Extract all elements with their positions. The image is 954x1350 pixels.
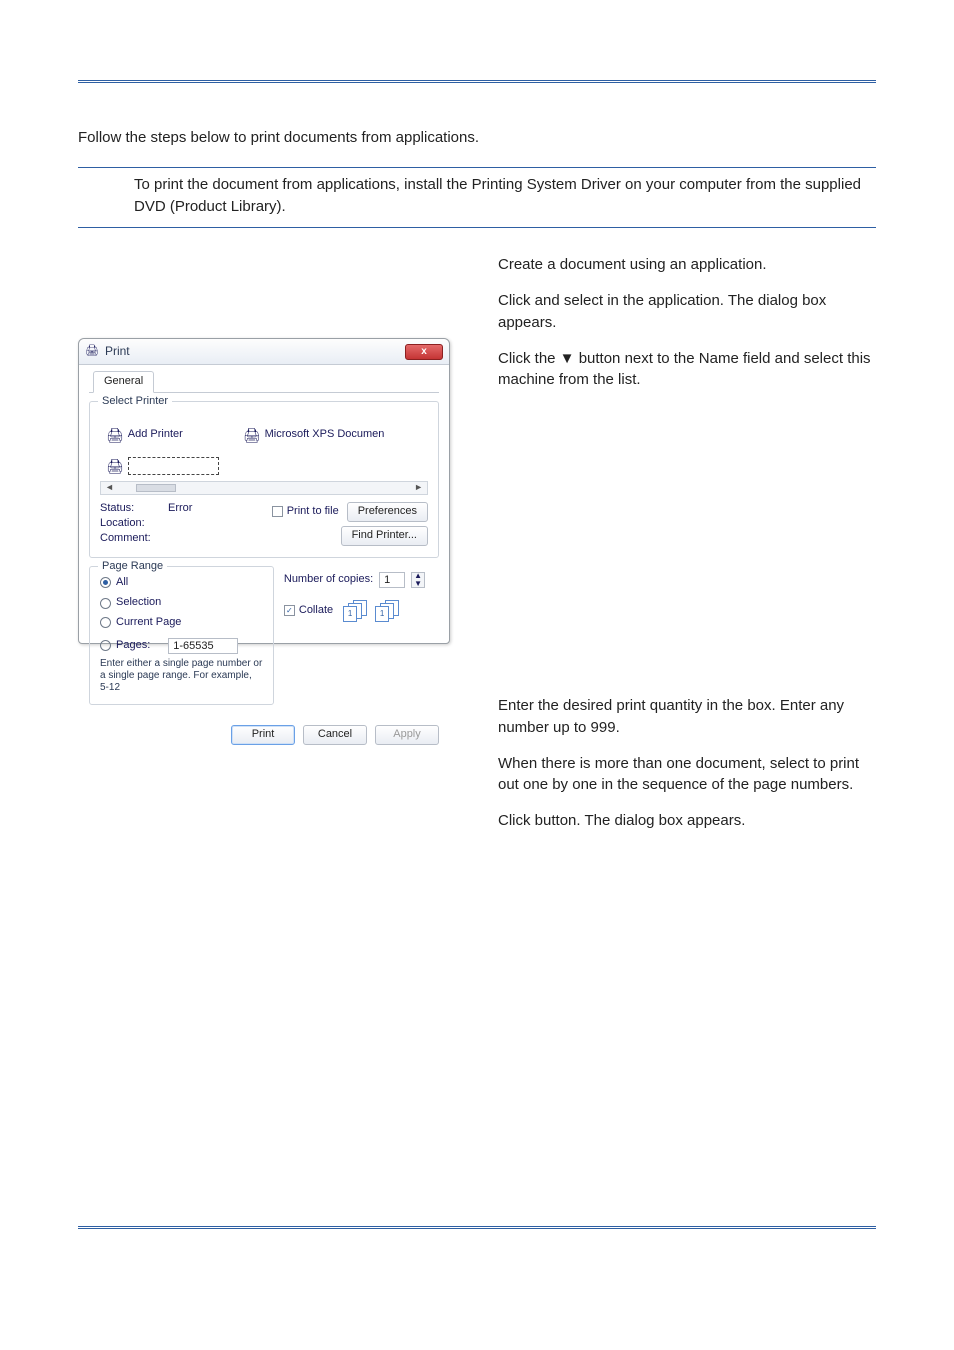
close-button[interactable]: x xyxy=(405,344,443,360)
page-range-hint: Enter either a single page number or a s… xyxy=(100,658,263,694)
comment-label: Comment: xyxy=(100,531,168,546)
checkbox-box xyxy=(272,506,283,517)
dialog-titlebar: 🖨 Print x xyxy=(79,339,449,365)
selected-printer-item[interactable]: 🖨 xyxy=(106,456,219,476)
step-5: When there is more than one document, se… xyxy=(498,753,876,797)
step-6: Click button. The dialog box appears. xyxy=(498,810,876,832)
checkbox-box-checked: ✓ xyxy=(284,605,295,616)
cancel-button[interactable]: Cancel xyxy=(303,725,367,745)
select-printer-group: Select Printer 🖨 Add Printer 🖨 Microsoft… xyxy=(89,401,439,557)
dialog-title: Print xyxy=(105,343,399,360)
add-printer-label: Add Printer xyxy=(128,427,183,443)
select-printer-legend: Select Printer xyxy=(98,394,172,410)
note-box: To print the document from applications,… xyxy=(78,167,876,229)
radio-dot xyxy=(100,640,111,651)
status-labels: Status: Location: Comment: xyxy=(100,501,168,547)
pages-input[interactable] xyxy=(168,638,238,654)
status-label: Status: xyxy=(100,501,168,516)
printer-list-scrollbar[interactable]: ◄ ► xyxy=(100,481,428,495)
add-printer-item[interactable]: 🖨 Add Printer xyxy=(106,414,183,456)
radio-selection[interactable]: Selection xyxy=(100,595,161,611)
radio-dot xyxy=(100,617,111,628)
collate-illustration: 321 321 xyxy=(343,600,401,622)
scroll-right-icon[interactable]: ► xyxy=(410,481,427,494)
xps-printer-label: Microsoft XPS Documen xyxy=(265,427,385,443)
top-rule xyxy=(78,80,876,83)
print-to-file-checkbox[interactable]: Print to file xyxy=(272,504,339,520)
location-label: Location: xyxy=(100,516,168,531)
printer-list[interactable]: 🖨 Add Printer 🖨 Microsoft XPS Documen xyxy=(100,410,428,456)
print-to-file-label: Print to file xyxy=(287,504,339,520)
page-range-legend: Page Range xyxy=(98,559,167,575)
print-button[interactable]: Print xyxy=(231,725,295,745)
scroll-thumb[interactable] xyxy=(136,484,176,492)
radio-pages[interactable]: Pages: xyxy=(100,638,150,654)
radio-selection-label: Selection xyxy=(116,595,161,611)
scroll-left-icon[interactable]: ◄ xyxy=(101,481,118,494)
radio-pages-label: Pages: xyxy=(116,638,150,654)
radio-current-page[interactable]: Current Page xyxy=(100,615,181,631)
step-3: Click the ▼ button next to the Name fiel… xyxy=(498,348,876,392)
status-value: Error xyxy=(168,501,272,516)
step-2: Click and select in the application. The… xyxy=(498,290,876,334)
collate-label: Collate xyxy=(299,603,333,619)
xps-printer-item[interactable]: 🖨 Microsoft XPS Documen xyxy=(243,414,385,456)
page-range-group: Page Range All Selection Current Page Pa… xyxy=(89,566,274,705)
radio-dot-on xyxy=(100,577,111,588)
tab-general[interactable]: General xyxy=(93,371,154,393)
num-copies-label: Number of copies: xyxy=(284,572,373,588)
num-copies-stepper[interactable]: ▲▼ xyxy=(411,572,425,588)
radio-current-page-label: Current Page xyxy=(116,615,181,631)
bottom-rule xyxy=(78,1226,876,1229)
apply-button[interactable]: Apply xyxy=(375,725,439,745)
dialog-footer: Print Cancel Apply xyxy=(79,721,449,755)
find-printer-button[interactable]: Find Printer... xyxy=(341,526,428,546)
status-values: Error xyxy=(168,501,272,547)
radio-all[interactable]: All xyxy=(100,575,128,591)
num-copies-input[interactable] xyxy=(379,572,405,588)
printer-icon: 🖨 xyxy=(85,344,99,360)
preferences-button[interactable]: Preferences xyxy=(347,502,428,522)
step-1: Create a document using an application. xyxy=(498,254,876,276)
note-text: To print the document from applications,… xyxy=(78,174,876,218)
tab-strip: General xyxy=(89,371,439,393)
add-printer-icon: 🖨 xyxy=(106,425,124,445)
selected-printer-icon: 🖨 xyxy=(106,456,124,476)
intro-text: Follow the steps below to print document… xyxy=(78,127,876,149)
step-4: Enter the desired print quantity in the … xyxy=(498,695,876,739)
xps-printer-icon: 🖨 xyxy=(243,425,261,445)
collate-checkbox[interactable]: ✓ Collate xyxy=(284,603,333,619)
radio-dot xyxy=(100,598,111,609)
radio-all-label: All xyxy=(116,575,128,591)
selected-printer-label xyxy=(128,457,220,475)
print-dialog: 🖨 Print x General Select Printer 🖨 Add P… xyxy=(78,338,450,644)
